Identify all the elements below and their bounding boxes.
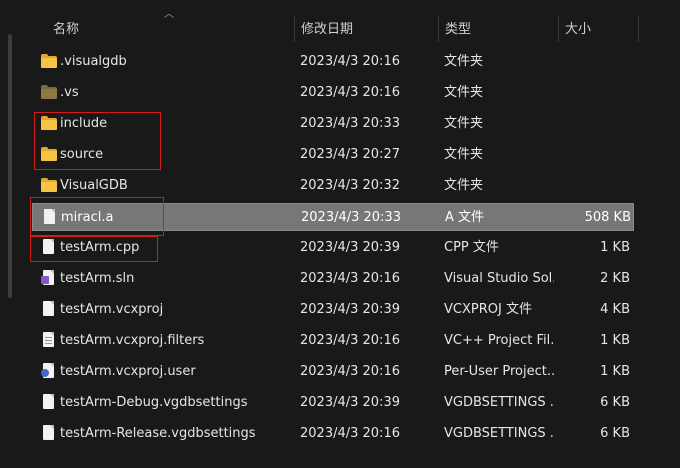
file-name: testArm.sln xyxy=(60,271,135,286)
file-size xyxy=(560,141,630,169)
folder-icon xyxy=(40,172,58,200)
column-header-date[interactable]: 修改日期 xyxy=(301,0,353,44)
file-name: .visualgdb xyxy=(60,54,127,69)
file-row[interactable]: testArm.sln 2023/4/3 20:16 Visual Studio S… xyxy=(32,265,634,293)
solution-file-icon xyxy=(40,265,58,293)
file-icon xyxy=(40,389,58,417)
file-size: 2 KB xyxy=(600,271,630,286)
file-type: 文件夹 xyxy=(444,54,484,69)
column-divider[interactable] xyxy=(558,16,559,42)
file-date: 2023/4/3 20:32 xyxy=(300,178,400,193)
file-type: VGDBSETTINGS ... xyxy=(444,395,554,410)
file-type: Per-User Project... xyxy=(444,364,554,379)
file-size: 1 KB xyxy=(600,333,630,348)
file-row[interactable]: testArm-Debug.vgdbsettings 2023/4/3 20:39… xyxy=(32,389,634,417)
file-date: 2023/4/3 20:33 xyxy=(300,116,400,131)
file-row[interactable]: testArm.vcxproj 2023/4/3 20:39 VCXPROJ 文件 4… xyxy=(32,296,634,324)
column-divider[interactable] xyxy=(438,16,439,42)
file-icon xyxy=(40,420,58,448)
file-size: 1 KB xyxy=(600,240,630,255)
folder-icon xyxy=(40,48,58,76)
file-name: testArm-Debug.vgdbsettings xyxy=(60,395,248,410)
filters-file-icon xyxy=(40,327,58,355)
file-name: testArm-Release.vgdbsettings xyxy=(60,426,256,441)
file-type: A 文件 xyxy=(445,210,485,225)
file-name: .vs xyxy=(60,85,79,100)
file-icon xyxy=(40,296,58,324)
file-row[interactable]: VisualGDB 2023/4/3 20:32 文件夹 xyxy=(32,172,634,200)
file-type: 文件夹 xyxy=(444,147,484,162)
file-name: miracl.a xyxy=(61,210,114,225)
file-size: 6 KB xyxy=(600,426,630,441)
vertical-scrollbar[interactable] xyxy=(8,34,12,298)
folder-icon xyxy=(40,110,58,138)
file-type: VC++ Project Fil... xyxy=(444,333,554,348)
file-type: 文件夹 xyxy=(444,178,484,193)
sort-ascending-icon: ︿ xyxy=(164,9,174,20)
file-name: testArm.vcxproj xyxy=(60,302,164,317)
user-file-icon xyxy=(40,358,58,386)
file-date: 2023/4/3 20:33 xyxy=(301,210,401,225)
file-type: 文件夹 xyxy=(444,85,484,100)
file-row[interactable]: miracl.a 2023/4/3 20:33 A 文件 508 KB xyxy=(32,203,634,231)
file-date: 2023/4/3 20:16 xyxy=(300,426,400,441)
file-row[interactable]: testArm-Release.vgdbsettings 2023/4/3 20:… xyxy=(32,420,634,448)
file-date: 2023/4/3 20:27 xyxy=(300,147,400,162)
file-size: 1 KB xyxy=(600,364,630,379)
file-name: include xyxy=(60,116,108,131)
file-row[interactable]: source 2023/4/3 20:27 文件夹 xyxy=(32,141,634,169)
file-date: 2023/4/3 20:39 xyxy=(300,395,400,410)
file-icon xyxy=(40,234,58,262)
file-date: 2023/4/3 20:16 xyxy=(300,85,400,100)
file-type: VCXPROJ 文件 xyxy=(444,302,532,317)
file-row[interactable]: testArm.vcxproj.filters 2023/4/3 20:16 VC+… xyxy=(32,327,634,355)
file-size xyxy=(560,48,630,76)
file-row[interactable]: testArm.vcxproj.user 2023/4/3 20:16 Per-Us… xyxy=(32,358,634,386)
folder-icon xyxy=(40,79,58,107)
file-type: Visual Studio Sol... xyxy=(444,271,554,286)
file-date: 2023/4/3 20:16 xyxy=(300,54,400,69)
file-row[interactable]: include 2023/4/3 20:33 文件夹 xyxy=(32,110,634,138)
file-date: 2023/4/3 20:16 xyxy=(300,271,400,286)
column-header-type[interactable]: 类型 xyxy=(445,0,471,44)
file-row[interactable]: .visualgdb 2023/4/3 20:16 文件夹 xyxy=(32,48,634,76)
column-divider[interactable] xyxy=(294,16,295,42)
file-size xyxy=(560,79,630,107)
file-size: 508 KB xyxy=(584,210,631,225)
column-header-size[interactable]: 大小 xyxy=(565,0,591,44)
file-icon xyxy=(41,204,59,232)
file-date: 2023/4/3 20:16 xyxy=(300,333,400,348)
file-size xyxy=(560,110,630,138)
column-divider[interactable] xyxy=(638,16,639,42)
file-size xyxy=(560,172,630,200)
file-type: CPP 文件 xyxy=(444,240,499,255)
file-size: 6 KB xyxy=(600,395,630,410)
file-type: 文件夹 xyxy=(444,116,484,131)
folder-icon xyxy=(40,141,58,169)
file-date: 2023/4/3 20:39 xyxy=(300,302,400,317)
file-size: 4 KB xyxy=(600,302,630,317)
column-header: ︿ 名称 修改日期 类型 大小 xyxy=(0,0,680,44)
file-name: source xyxy=(60,147,104,162)
file-row[interactable]: testArm.cpp 2023/4/3 20:39 CPP 文件 1 KB xyxy=(32,234,634,262)
file-date: 2023/4/3 20:39 xyxy=(300,240,400,255)
file-type: VGDBSETTINGS ... xyxy=(444,426,554,441)
file-name: testArm.vcxproj.user xyxy=(60,364,196,379)
file-name: VisualGDB xyxy=(60,178,128,193)
file-name: testArm.vcxproj.filters xyxy=(60,333,205,348)
file-date: 2023/4/3 20:16 xyxy=(300,364,400,379)
file-row[interactable]: .vs 2023/4/3 20:16 文件夹 xyxy=(32,79,634,107)
column-header-name[interactable]: 名称 xyxy=(53,0,79,44)
file-name: testArm.cpp xyxy=(60,240,140,255)
